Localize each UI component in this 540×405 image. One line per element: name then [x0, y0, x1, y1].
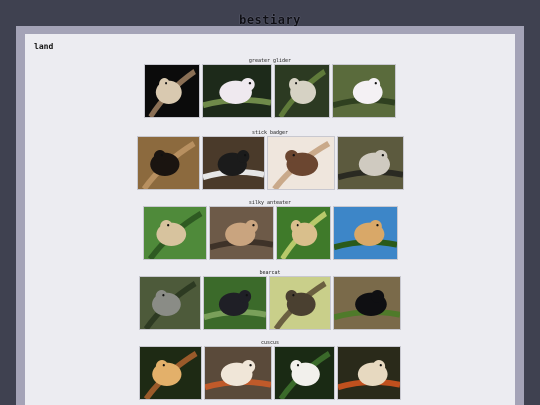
- bearcat-photo-3-icon: [270, 277, 330, 329]
- photo-thumbnail[interactable]: [143, 206, 207, 260]
- photo-thumbnail[interactable]: [276, 206, 331, 260]
- greater-glider-photo-4-icon: [333, 65, 395, 117]
- photo-thumbnail[interactable]: [202, 136, 265, 190]
- greater-glider-photo-2-icon: [203, 65, 271, 117]
- stick-badger-photo-3-icon: [268, 137, 334, 189]
- cuscus-photo-4-icon: [338, 347, 400, 399]
- silky-anteater-photo-3-icon: [277, 207, 330, 259]
- photo-thumbnail[interactable]: [267, 136, 335, 190]
- silky-anteater-photo-1-icon: [144, 207, 206, 259]
- silky-anteater-photo-4-icon: [334, 207, 397, 259]
- section-title: land: [34, 42, 54, 51]
- cuscus-photo-2-icon: [205, 347, 271, 399]
- photo-thumbnail[interactable]: [337, 136, 404, 190]
- photo-thumbnail[interactable]: [274, 346, 335, 400]
- app-title: bestiary: [239, 13, 301, 27]
- photo-thumbnail[interactable]: [337, 346, 401, 400]
- greater-glider-photo-1-icon: [145, 65, 199, 117]
- photo-thumbnail[interactable]: [274, 64, 330, 118]
- bearcat-photo-1-icon: [140, 277, 200, 329]
- greater-glider-photo-3-icon: [275, 65, 329, 117]
- bearcat-photo-4-icon: [334, 277, 400, 329]
- photo-thumbnail[interactable]: [333, 206, 398, 260]
- photo-thumbnail[interactable]: [209, 206, 274, 260]
- photo-thumbnail[interactable]: [333, 276, 401, 330]
- photo-thumbnail[interactable]: [137, 136, 200, 190]
- stick-badger-photo-1-icon: [138, 137, 199, 189]
- silky-anteater-photo-2-icon: [210, 207, 273, 259]
- photo-thumbnail[interactable]: [202, 64, 272, 118]
- cuscus-photo-3-icon: [275, 347, 334, 399]
- content-panel[interactable]: land greater glider stick badger silky ant…: [25, 34, 515, 405]
- photo-thumbnail[interactable]: [204, 346, 272, 400]
- stick-badger-photo-2-icon: [203, 137, 264, 189]
- bearcat-photo-2-icon: [204, 277, 266, 329]
- photo-thumbnail[interactable]: [144, 64, 200, 118]
- cuscus-photo-1-icon: [140, 347, 201, 399]
- photo-thumbnail[interactable]: [139, 346, 202, 400]
- stick-badger-photo-4-icon: [338, 137, 403, 189]
- photo-thumbnail[interactable]: [203, 276, 267, 330]
- photo-thumbnail[interactable]: [332, 64, 396, 118]
- photo-thumbnail[interactable]: [139, 276, 201, 330]
- photo-thumbnail[interactable]: [269, 276, 331, 330]
